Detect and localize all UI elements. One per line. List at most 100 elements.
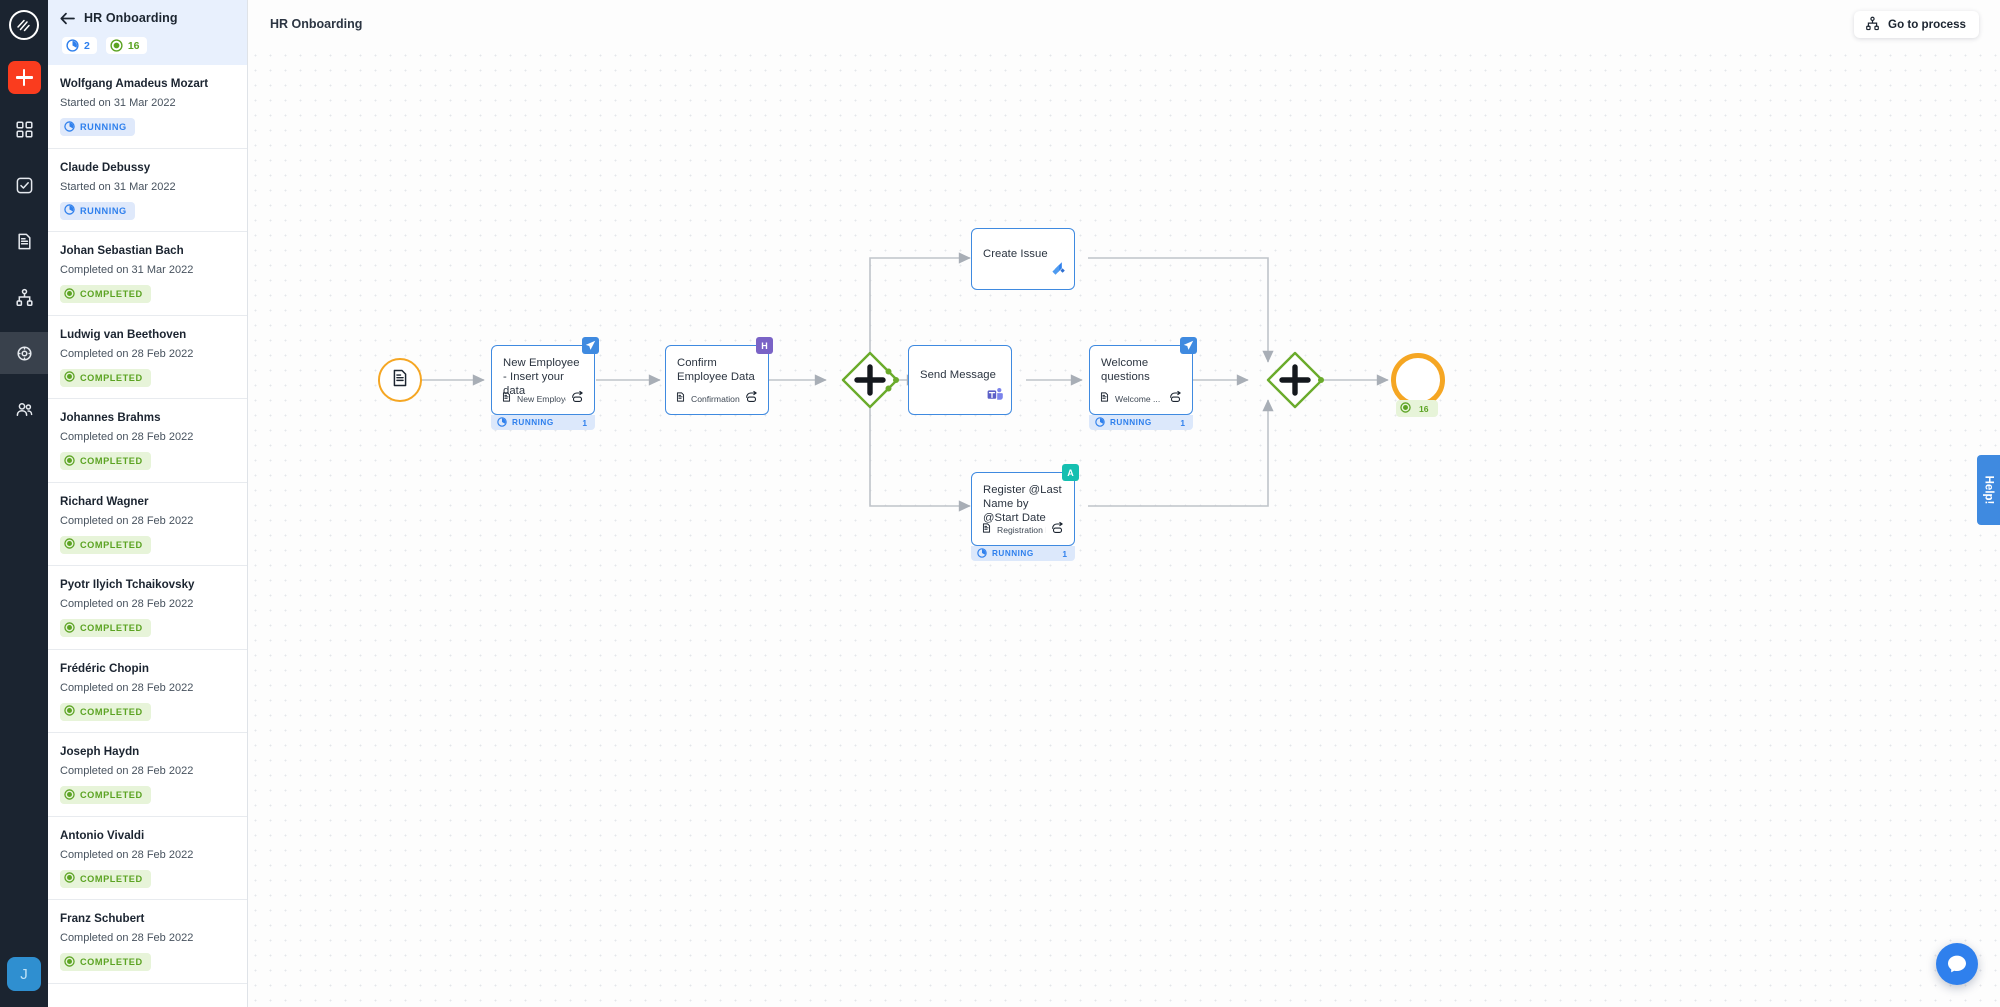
task-status-count: 1 bbox=[1062, 548, 1067, 559]
task-node-new-employee[interactable]: New Employee - Insert your data New Empl… bbox=[491, 337, 599, 415]
task-node-register-last-name[interactable]: Register @Last Name by @Start Date Regis… bbox=[971, 464, 1079, 546]
list-item-name: Franz Schubert bbox=[60, 912, 145, 925]
completed-icon bbox=[64, 705, 75, 718]
task-node-title: Confirm Employee Data bbox=[677, 357, 755, 384]
list-item-date: Completed on 28 Feb 2022 bbox=[60, 598, 194, 610]
list-item[interactable]: Antonio Vivaldi Completed on 28 Feb 2022 C… bbox=[48, 817, 247, 900]
list-item-name: Johan Sebastian Bach bbox=[60, 244, 184, 257]
list-item-name: Ludwig van Beethoven bbox=[60, 327, 187, 341]
running-icon bbox=[497, 414, 507, 432]
document-icon bbox=[390, 368, 410, 393]
task-node-form-label: Welcome ... bbox=[1115, 394, 1161, 404]
task-node-form-label: Confirmation Ne... bbox=[691, 394, 740, 404]
running-icon bbox=[977, 545, 987, 563]
completed-icon bbox=[64, 955, 75, 969]
list-item-date: Completed on 28 Feb 2022 bbox=[60, 848, 194, 861]
page-title: HR Onboarding bbox=[84, 11, 178, 25]
list-item-date: Started on 31 Mar 2022 bbox=[60, 97, 176, 109]
sidebar-item-people[interactable] bbox=[0, 388, 48, 430]
grid-apps-icon bbox=[15, 120, 34, 139]
list-item-name: Frédéric Chopin bbox=[60, 661, 149, 675]
manual-task-hand-icon bbox=[1051, 521, 1066, 539]
status-badge-label: COMPLETED bbox=[80, 289, 143, 299]
list-item[interactable]: Ludwig van Beethoven Completed on 28 Feb … bbox=[48, 316, 247, 399]
back-arrow-icon[interactable] bbox=[60, 12, 75, 25]
automation-task-badge: A bbox=[1062, 464, 1079, 481]
completed-icon bbox=[64, 371, 75, 384]
avatar[interactable]: J bbox=[7, 957, 41, 991]
status-badge-label: COMPLETED bbox=[80, 790, 143, 800]
list-item[interactable]: Johan Sebastian Bach Completed on 31 Mar … bbox=[48, 232, 247, 316]
list-item[interactable]: Richard Wagner Completed on 28 Feb 2022 CO… bbox=[48, 483, 247, 566]
task-node-confirm-employee-data[interactable]: Confirm Employee Data Confirmation Ne... bbox=[665, 337, 773, 415]
status-badge-label: COMPLETED bbox=[80, 957, 143, 967]
start-event[interactable] bbox=[378, 358, 422, 402]
jira-icon bbox=[1049, 260, 1066, 282]
task-status-bar: RUNNING 1 bbox=[491, 415, 595, 430]
count-running-value: 2 bbox=[84, 39, 90, 52]
add-button[interactable] bbox=[7, 61, 41, 94]
list-item-date: Completed on 28 Feb 2022 bbox=[60, 514, 194, 527]
sidebar-item-documents[interactable] bbox=[0, 220, 48, 262]
task-node-form-label: Registration New ... bbox=[997, 525, 1046, 535]
form-document-icon bbox=[981, 521, 992, 539]
sidebar-item-settings[interactable] bbox=[0, 332, 48, 374]
task-node-welcome-questions[interactable]: Welcome questions Welcome ... bbox=[1089, 337, 1197, 415]
status-badge-label: COMPLETED bbox=[80, 706, 143, 717]
list-item[interactable]: Pyotr Ilyich Tchaikovsky Completed on 28 … bbox=[48, 566, 247, 650]
count-chip-running[interactable]: 2 bbox=[62, 37, 97, 54]
sidebar-item-apps[interactable] bbox=[0, 108, 48, 150]
status-badge: RUNNING bbox=[60, 201, 135, 220]
canvas-topbar: HR Onboarding Go to process bbox=[248, 0, 2000, 48]
list-item-date: Completed on 31 Mar 2022 bbox=[60, 264, 194, 276]
completed-icon bbox=[64, 872, 75, 885]
form-document-icon bbox=[501, 390, 512, 408]
task-node-send-message[interactable]: Send Message bbox=[908, 345, 1012, 415]
list-item-date: Completed on 28 Feb 2022 bbox=[60, 932, 194, 944]
human-task-badge: H bbox=[756, 337, 773, 354]
list-item[interactable]: Claude Debussy Started on 31 Mar 2022 RUNN… bbox=[48, 149, 247, 232]
list-item-date: Completed on 28 Feb 2022 bbox=[60, 765, 194, 777]
sidebar-item-processes[interactable] bbox=[0, 276, 48, 318]
task-status-label: RUNNING bbox=[512, 418, 554, 427]
task-node-title: Create Issue bbox=[983, 248, 1048, 260]
task-node-title: Register @Last Name by @Start Date bbox=[983, 484, 1062, 525]
form-document-icon bbox=[1099, 390, 1110, 408]
list-item-date: Completed on 28 Feb 2022 bbox=[60, 347, 194, 360]
count-chip-completed[interactable]: 16 bbox=[105, 37, 147, 54]
list-item[interactable]: Wolfgang Amadeus Mozart Started on 31 Mar… bbox=[48, 65, 247, 149]
list-item-name: Pyotr Ilyich Tchaikovsky bbox=[60, 578, 195, 591]
task-status-bar: RUNNING 1 bbox=[971, 546, 1075, 561]
process-canvas: HR Onboarding Go to process New Employee… bbox=[248, 0, 2000, 1007]
list-item[interactable]: Franz Schubert Completed on 28 Feb 2022 CO… bbox=[48, 900, 247, 984]
list-item[interactable]: Johannes Brahms Completed on 28 Feb 2022 C… bbox=[48, 399, 247, 483]
end-event[interactable] bbox=[1391, 353, 1445, 407]
parallel-gateway-split[interactable] bbox=[840, 350, 900, 415]
org-chart-icon bbox=[1865, 16, 1880, 34]
status-badge-label: COMPLETED bbox=[80, 539, 143, 550]
status-badge: COMPLETED bbox=[60, 368, 151, 387]
instances-list[interactable]: Wolfgang Amadeus Mozart Started on 31 Mar… bbox=[48, 65, 247, 1007]
list-item[interactable]: Joseph Haydn Completed on 28 Feb 2022 COMP… bbox=[48, 733, 247, 817]
help-tab-label: Help! bbox=[1982, 475, 1995, 505]
document-icon bbox=[15, 232, 34, 251]
task-status-bar: RUNNING 1 bbox=[1089, 415, 1193, 430]
task-node-create-issue[interactable]: Create Issue bbox=[971, 228, 1075, 290]
help-tab[interactable]: Help! bbox=[1977, 455, 2000, 525]
parallel-gateway-join[interactable] bbox=[1265, 350, 1325, 415]
status-badge: COMPLETED bbox=[60, 619, 151, 637]
app-logo-icon[interactable] bbox=[9, 10, 39, 40]
completed-icon bbox=[64, 621, 75, 635]
status-badge: COMPLETED bbox=[60, 535, 151, 554]
list-item[interactable]: Frédéric Chopin Completed on 28 Feb 2022 C… bbox=[48, 650, 247, 733]
gear-cog-icon bbox=[15, 344, 34, 363]
status-badge: COMPLETED bbox=[60, 285, 151, 303]
go-to-process-button[interactable]: Go to process bbox=[1854, 11, 1979, 38]
status-badge: RUNNING bbox=[60, 118, 135, 136]
checkbox-tasks-icon bbox=[15, 176, 34, 195]
chat-bubble-icon[interactable] bbox=[1936, 943, 1978, 985]
manual-task-hand-icon bbox=[1169, 390, 1184, 408]
sidebar-item-tasks[interactable] bbox=[0, 164, 48, 206]
task-status-label: RUNNING bbox=[1110, 418, 1152, 427]
task-node-title: Welcome questions bbox=[1101, 357, 1150, 384]
